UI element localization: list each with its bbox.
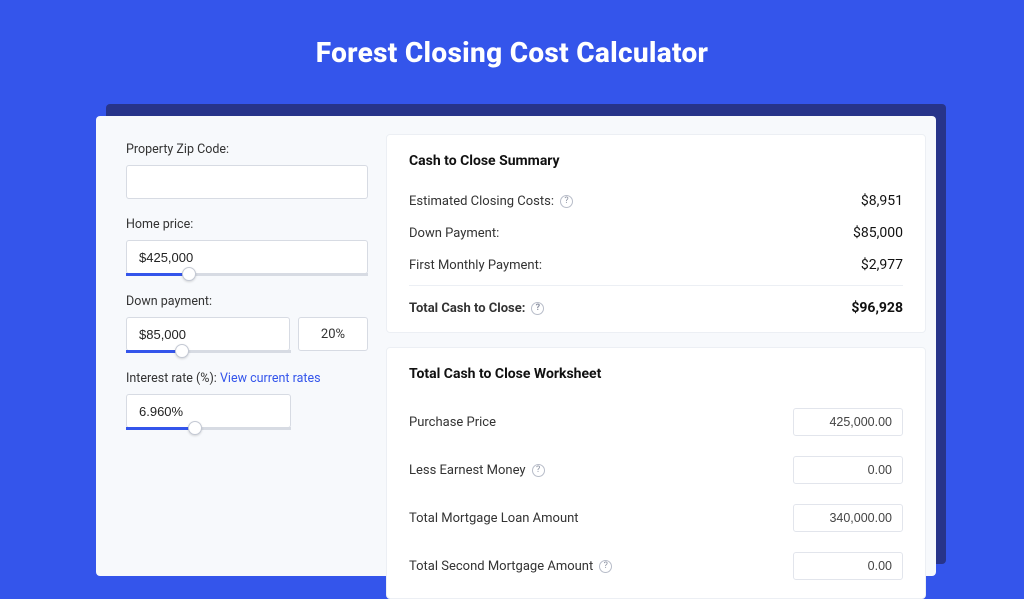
home-price-label: Home price: [126, 217, 368, 232]
home-price-slider[interactable] [126, 273, 368, 276]
summary-heading: Cash to Close Summary [409, 153, 903, 169]
worksheet-row-label: Total Second Mortgage Amount [409, 559, 593, 574]
worksheet-row-input[interactable] [793, 456, 903, 484]
down-payment-slider[interactable] [126, 350, 291, 353]
interest-rate-label-text: Interest rate (%): [126, 371, 217, 386]
interest-rate-input[interactable] [126, 394, 291, 428]
zip-label: Property Zip Code: [126, 142, 368, 157]
help-icon[interactable]: ? [599, 560, 612, 573]
worksheet-row: Total Second Mortgage Amount? [409, 542, 903, 590]
worksheet-row-input[interactable] [793, 408, 903, 436]
home-price-slider-thumb[interactable] [182, 267, 196, 281]
worksheet-row: Purchase Price [409, 398, 903, 446]
interest-rate-slider-fill [126, 427, 195, 430]
interest-rate-label: Interest rate (%): View current rates [126, 371, 368, 386]
page-title: Forest Closing Cost Calculator [0, 0, 1024, 69]
down-payment-input[interactable] [126, 317, 290, 351]
worksheet-row: Total Mortgage Loan Amount [409, 494, 903, 542]
interest-rate-slider-thumb[interactable] [188, 421, 202, 435]
worksheet-row-label: Less Earnest Money [409, 463, 526, 478]
down-payment-group: Down payment: 20% [126, 294, 368, 353]
home-price-slider-fill [126, 273, 189, 276]
worksheet-row-label: Purchase Price [409, 415, 496, 430]
form-column: Property Zip Code: Home price: Down paym… [96, 116, 386, 576]
summary-row: Estimated Closing Costs:? $8,951 [409, 185, 903, 217]
summary-row-label: Down Payment: [409, 226, 499, 241]
summary-row-value: $2,977 [861, 257, 903, 273]
summary-row: First Monthly Payment: $2,977 [409, 249, 903, 281]
summary-row-label: Estimated Closing Costs: [409, 194, 554, 209]
summary-row-label: First Monthly Payment: [409, 258, 542, 273]
down-payment-slider-fill [126, 350, 182, 353]
worksheet-row-input[interactable] [793, 504, 903, 532]
summary-row-value: $8,951 [861, 193, 903, 209]
help-icon[interactable]: ? [532, 464, 545, 477]
interest-rate-slider[interactable] [126, 427, 291, 430]
help-icon[interactable]: ? [560, 195, 573, 208]
summary-panel: Cash to Close Summary Estimated Closing … [386, 134, 926, 333]
worksheet-row-label: Total Mortgage Loan Amount [409, 511, 579, 526]
results-column: Cash to Close Summary Estimated Closing … [386, 116, 936, 576]
worksheet-panel: Total Cash to Close Worksheet Purchase P… [386, 347, 926, 599]
down-payment-slider-thumb[interactable] [175, 344, 189, 358]
interest-rate-group: Interest rate (%): View current rates [126, 371, 368, 430]
home-price-group: Home price: [126, 217, 368, 276]
worksheet-row: Less Earnest Money? [409, 446, 903, 494]
home-price-input[interactable] [126, 240, 368, 274]
worksheet-row-input[interactable] [793, 552, 903, 580]
zip-group: Property Zip Code: [126, 142, 368, 199]
summary-total-row: Total Cash to Close: ? $96,928 [409, 285, 903, 324]
down-payment-pct[interactable]: 20% [298, 317, 368, 351]
summary-row: Down Payment: $85,000 [409, 217, 903, 249]
worksheet-heading: Total Cash to Close Worksheet [409, 366, 903, 382]
down-payment-label: Down payment: [126, 294, 368, 309]
summary-total-value: $96,928 [851, 300, 903, 316]
help-icon[interactable]: ? [531, 302, 544, 315]
view-rates-link[interactable]: View current rates [220, 371, 321, 386]
summary-row-value: $85,000 [853, 225, 903, 241]
zip-input[interactable] [126, 165, 368, 199]
calculator-card: Property Zip Code: Home price: Down paym… [96, 116, 936, 576]
summary-total-label: Total Cash to Close: [409, 301, 525, 316]
